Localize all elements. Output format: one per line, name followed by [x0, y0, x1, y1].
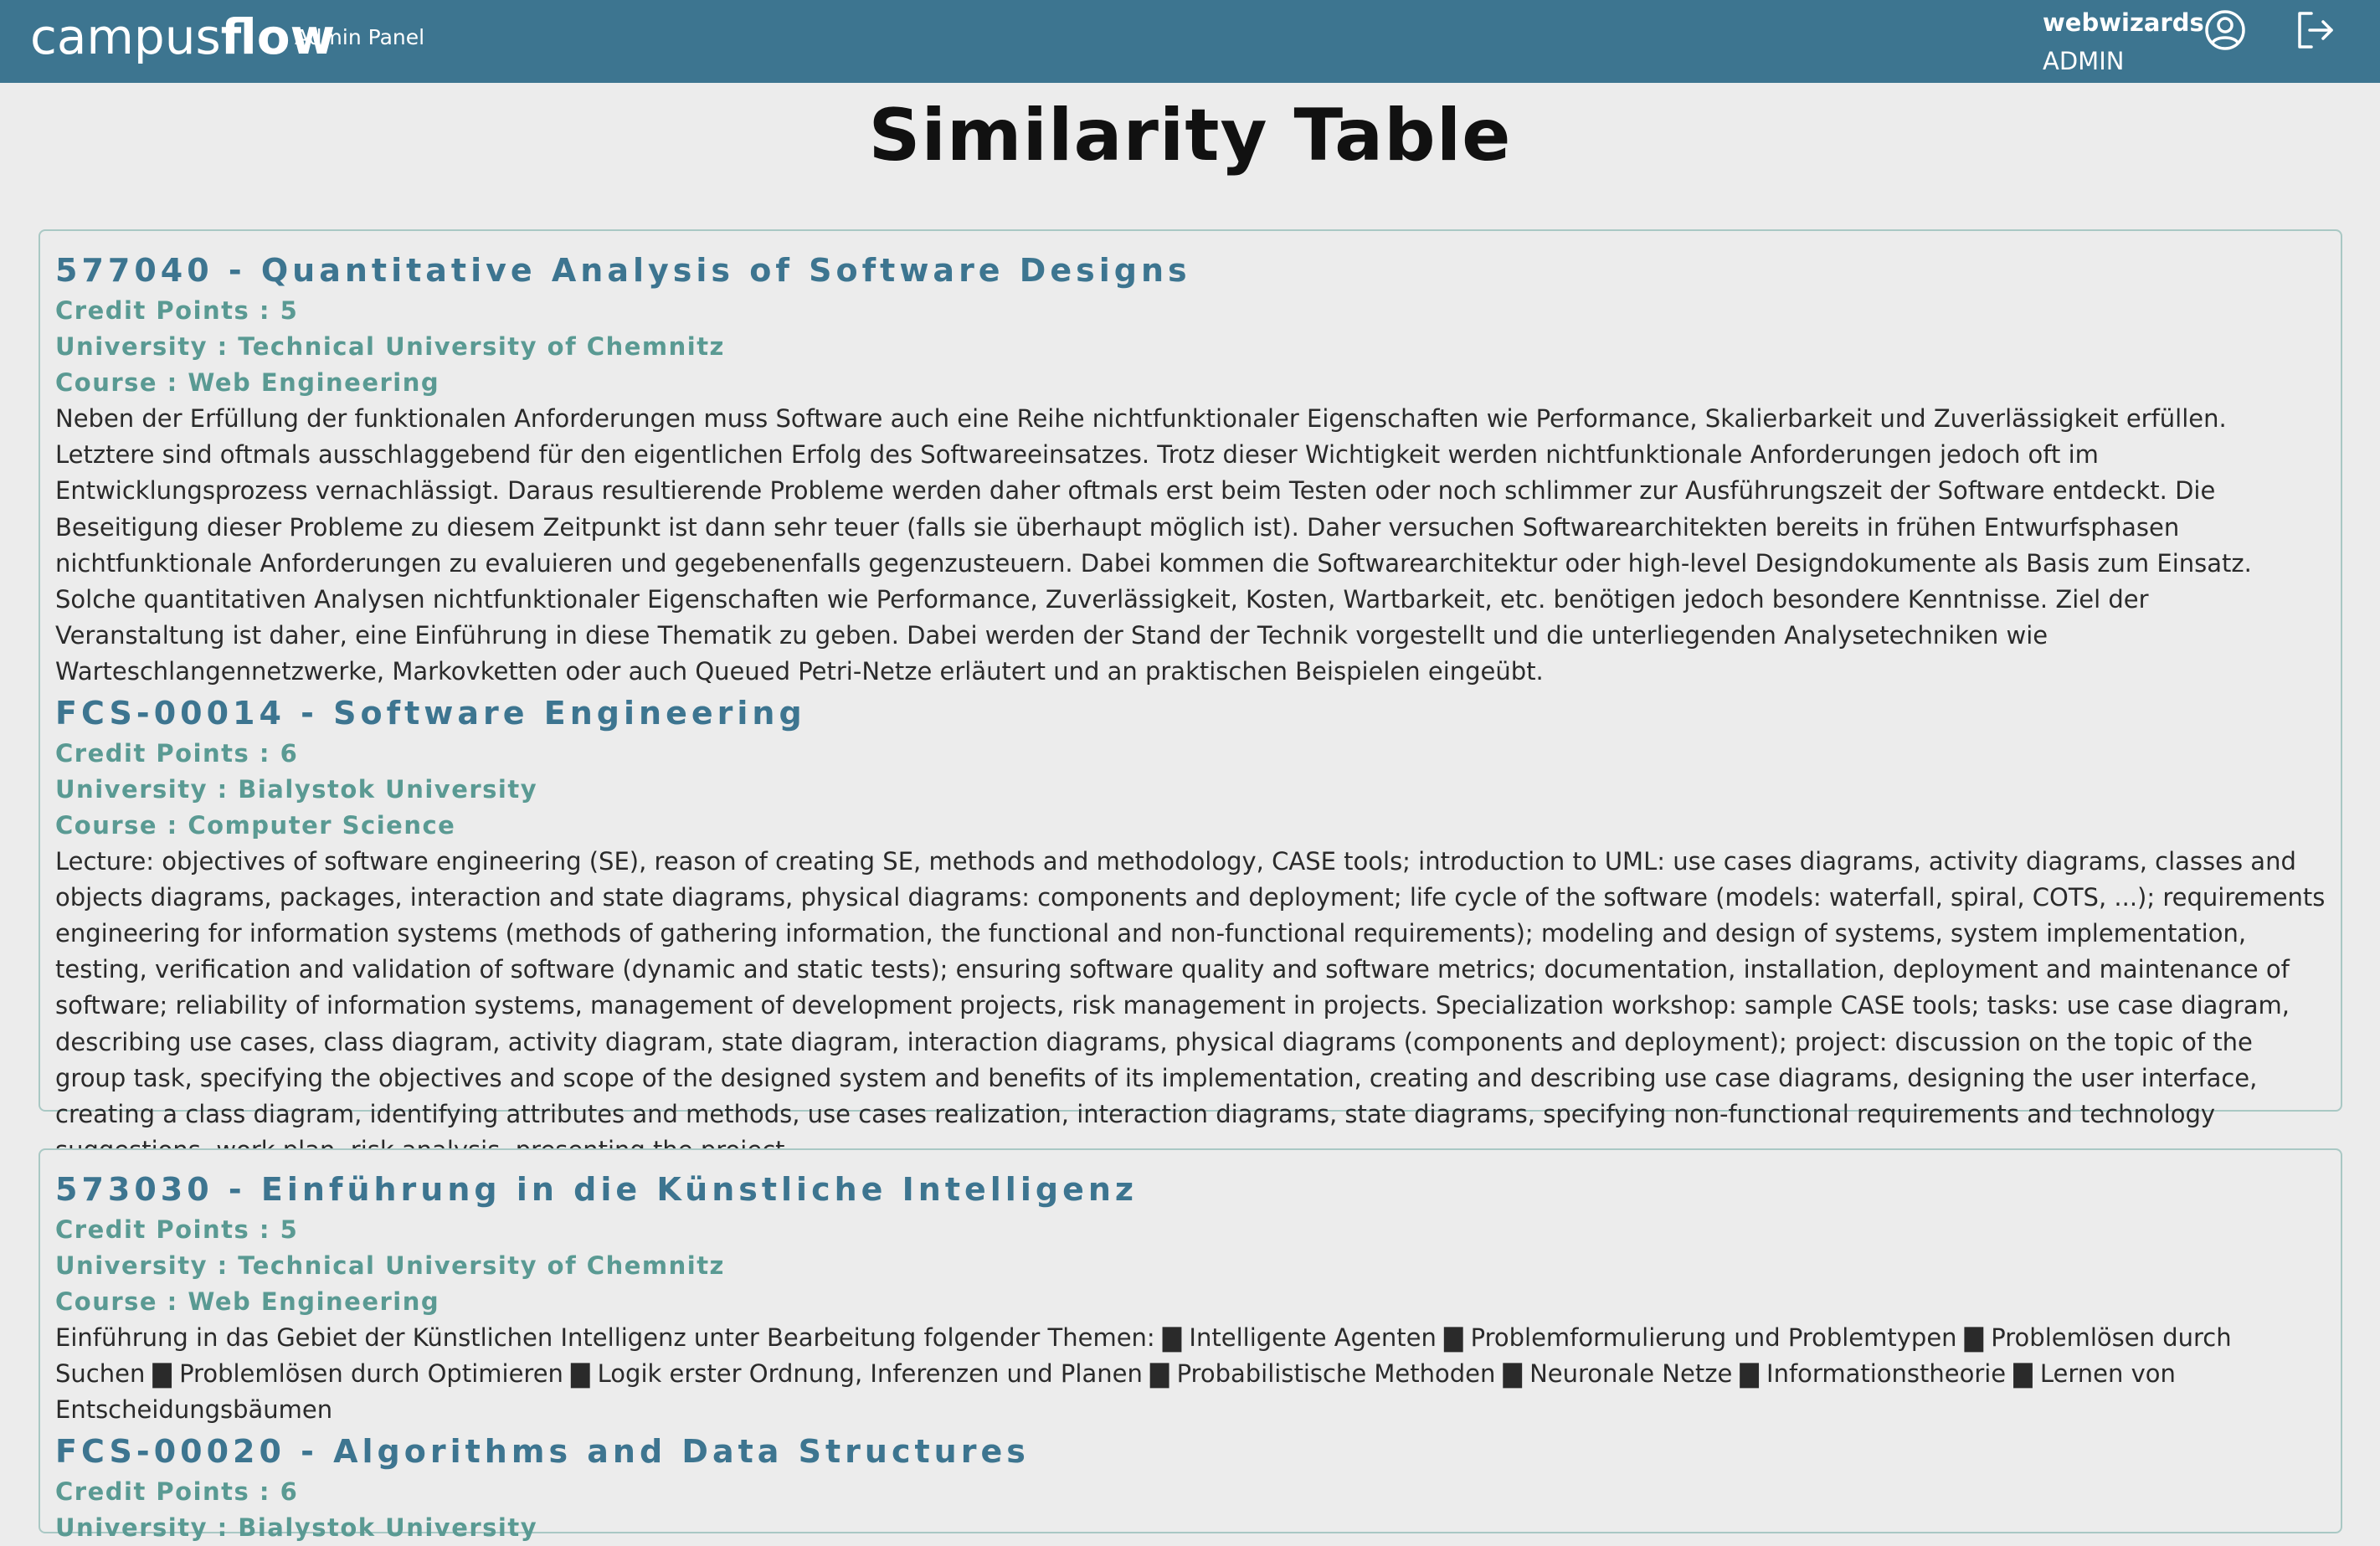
user-info: webwizards ADMIN — [2043, 8, 2204, 75]
course-description: Lecture: objectives of software engineer… — [55, 846, 2326, 1165]
course-title: 573030 - Einführung in die Künstliche In… — [55, 1171, 1139, 1208]
course-title: 577040 - Quantitative Analysis of Softwa… — [55, 252, 1191, 289]
credit-points: Credit Points : 6 — [55, 738, 299, 768]
logout-icon[interactable] — [2291, 7, 2338, 54]
course-title: FCS-00020 - Algorithms and Data Structur… — [55, 1432, 1030, 1470]
brand-logo[interactable]: campusflow — [30, 8, 335, 75]
username: webwizards — [2043, 8, 2204, 37]
course-title: FCS-00014 - Software Engineering — [55, 694, 806, 732]
course-description: Neben der Erfüllung der funktionalen Anf… — [55, 404, 2252, 686]
course-entry: 577040 - Quantitative Analysis of Softwa… — [55, 248, 2326, 691]
course-description: Einführung in das Gebiet der Künstlichen… — [55, 1323, 2232, 1425]
top-navigation-bar: campusflow Admin Panel webwizards ADMIN — [0, 0, 2380, 83]
credit-points: Credit Points : 5 — [55, 296, 299, 325]
user-role: ADMIN — [2043, 47, 2125, 75]
user-circle-icon[interactable] — [2202, 7, 2249, 54]
brand-name-light: campus — [30, 8, 221, 65]
university: University : Bialystok University — [55, 774, 538, 804]
course-program: Course : Computer Science — [55, 810, 456, 840]
similarity-card: 573030 - Einführung in die Künstliche In… — [39, 1148, 2342, 1542]
university: University : Technical University of Che… — [55, 332, 725, 361]
similarity-card: 577040 - Quantitative Analysis of Softwa… — [39, 229, 2342, 1164]
university: University : Bialystok University — [55, 1513, 538, 1542]
course-program: Course : Web Engineering — [55, 1287, 440, 1316]
course-entry: 573030 - Einführung in die Künstliche In… — [55, 1167, 2326, 1429]
page-title: Similarity Table — [868, 94, 1512, 177]
course-entry: FCS-00014 - Software Engineering Credit … — [55, 691, 2326, 1169]
panel-label: Admin Panel — [295, 25, 425, 49]
course-program: Course : Web Engineering — [55, 368, 440, 397]
course-entry: FCS-00020 - Algorithms and Data Structur… — [55, 1429, 2326, 1546]
university: University : Technical University of Che… — [55, 1251, 725, 1280]
credit-points: Credit Points : 5 — [55, 1215, 299, 1244]
credit-points: Credit Points : 6 — [55, 1477, 299, 1506]
